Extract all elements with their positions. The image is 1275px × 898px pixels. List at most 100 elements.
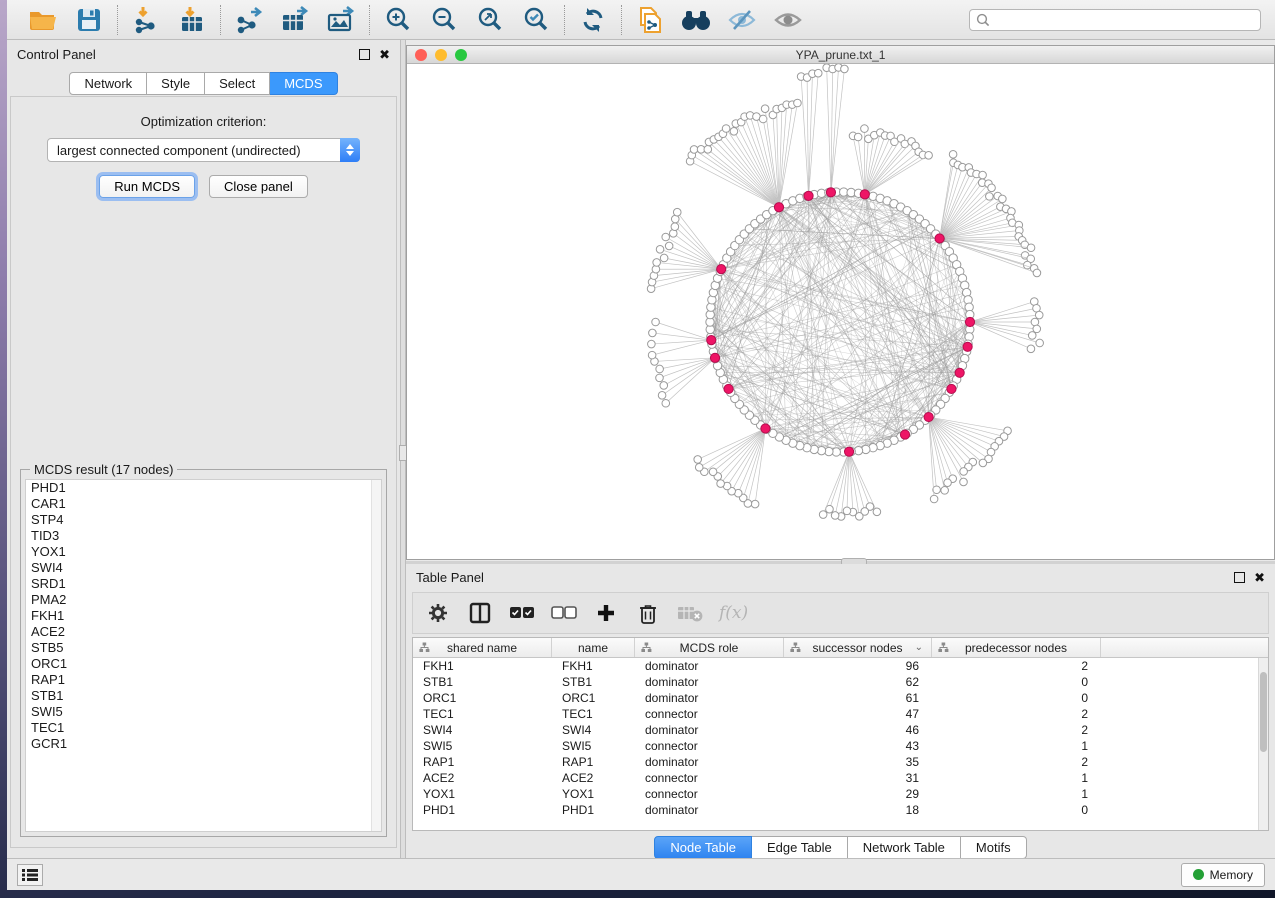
mcds-result-item[interactable]: SWI5	[26, 704, 381, 720]
node-table: shared name name MCDS role successor nod…	[412, 637, 1269, 831]
table-cell: 0	[932, 803, 1101, 817]
mcds-result-item[interactable]: FKH1	[26, 608, 381, 624]
table-cell: dominator	[635, 803, 784, 817]
mcds-result-item[interactable]: STP4	[26, 512, 381, 528]
export-network-icon	[233, 6, 265, 34]
delete-column-button[interactable]	[635, 600, 661, 626]
table-row[interactable]: ORC1ORC1dominator610	[413, 690, 1258, 706]
tab-select[interactable]: Select	[205, 72, 270, 95]
column-settings-button[interactable]	[425, 600, 451, 626]
mcds-result-item[interactable]: CAR1	[26, 496, 381, 512]
mcds-result-item[interactable]: PMA2	[26, 592, 381, 608]
mcds-result-item[interactable]: RAP1	[26, 672, 381, 688]
tab-motifs[interactable]: Motifs	[961, 836, 1027, 859]
table-row[interactable]: RAP1RAP1dominator352	[413, 754, 1258, 770]
first-neighbors-button[interactable]	[678, 4, 714, 36]
import-network-button[interactable]	[128, 4, 164, 36]
table-row[interactable]: STB1STB1dominator620	[413, 674, 1258, 690]
table-cell: 96	[784, 659, 932, 673]
show-all-button[interactable]	[770, 4, 806, 36]
criterion-dropdown-value: largest connected component (undirected)	[48, 143, 340, 158]
tab-mcds[interactable]: MCDS	[270, 72, 337, 95]
table-row[interactable]: YOX1YOX1connector291	[413, 786, 1258, 802]
task-history-button[interactable]	[17, 864, 43, 886]
column-header-successor-nodes[interactable]: successor nodes ⌄	[784, 638, 932, 657]
float-panel-icon[interactable]	[359, 49, 370, 60]
delete-table-button[interactable]	[677, 600, 703, 626]
tab-edge-table[interactable]: Edge Table	[752, 836, 848, 859]
mcds-result-list[interactable]: PHD1CAR1STP4TID3YOX1SWI4SRD1PMA2FKH1ACE2…	[25, 479, 382, 832]
mcds-result-item[interactable]: SWI4	[26, 560, 381, 576]
tab-network-table[interactable]: Network Table	[848, 836, 961, 859]
column-header-shared-name[interactable]: shared name	[413, 638, 552, 657]
duplicate-network-button[interactable]	[632, 4, 668, 36]
column-label: successor nodes	[812, 641, 902, 655]
mcds-result-item[interactable]: SRD1	[26, 576, 381, 592]
memory-button[interactable]: Memory	[1181, 863, 1265, 887]
table-row[interactable]: TEC1TEC1connector472	[413, 706, 1258, 722]
close-panel-button[interactable]: Close panel	[209, 175, 308, 198]
mcds-list-scrollbar[interactable]	[371, 480, 381, 831]
zoom-out-button[interactable]	[426, 4, 462, 36]
add-column-button[interactable]	[593, 600, 619, 626]
function-builder-button[interactable]: f(x)	[719, 600, 748, 626]
network-canvas[interactable]	[407, 64, 1274, 559]
mcds-result-title: MCDS result (17 nodes)	[30, 462, 177, 477]
sort-descending-icon[interactable]: ⌄	[915, 642, 923, 653]
table-cell: dominator	[635, 723, 784, 737]
search-input[interactable]	[995, 13, 1254, 27]
refresh-button[interactable]	[575, 4, 611, 36]
mcds-result-item[interactable]: STB5	[26, 640, 381, 656]
table-cell: 2	[932, 659, 1101, 673]
close-panel-icon[interactable]: ✖	[379, 49, 390, 60]
clear-selection-button[interactable]	[551, 600, 577, 626]
column-label: MCDS role	[680, 641, 739, 655]
network-window-titlebar[interactable]: YPA_prune.txt_1	[407, 46, 1274, 64]
export-network-button[interactable]	[231, 4, 267, 36]
zoom-in-button[interactable]	[380, 4, 416, 36]
table-cell: ACE2	[552, 771, 635, 785]
mcds-result-item[interactable]: STB1	[26, 688, 381, 704]
mcds-result-item[interactable]: ORC1	[26, 656, 381, 672]
tab-node-table[interactable]: Node Table	[654, 836, 752, 859]
mcds-result-item[interactable]: TEC1	[26, 720, 381, 736]
scrollbar-thumb[interactable]	[1260, 672, 1267, 752]
table-row[interactable]: FKH1FKH1dominator962	[413, 658, 1258, 674]
select-all-button[interactable]	[509, 600, 535, 626]
hide-selected-button[interactable]	[724, 4, 760, 36]
export-image-button[interactable]	[323, 4, 359, 36]
table-cell: 35	[784, 755, 932, 769]
run-mcds-button[interactable]: Run MCDS	[99, 175, 195, 198]
column-header-predecessor-nodes[interactable]: predecessor nodes	[932, 638, 1101, 657]
mcds-panel: Optimization criterion: largest connecte…	[10, 96, 397, 848]
tab-style[interactable]: Style	[147, 72, 205, 95]
table-row[interactable]: ACE2ACE2connector311	[413, 770, 1258, 786]
import-table-button[interactable]	[174, 4, 210, 36]
mcds-result-item[interactable]: GCR1	[26, 736, 381, 752]
table-row[interactable]: PHD1PHD1dominator180	[413, 802, 1258, 818]
tab-network[interactable]: Network	[69, 72, 147, 95]
table-cell: connector	[635, 771, 784, 785]
table-cell: SWI4	[552, 723, 635, 737]
open-folder-button[interactable]	[25, 4, 61, 36]
split-view-button[interactable]	[467, 600, 493, 626]
mcds-result-item[interactable]: YOX1	[26, 544, 381, 560]
save-button[interactable]	[71, 4, 107, 36]
column-header-mcds-role[interactable]: MCDS role	[635, 638, 784, 657]
column-header-name[interactable]: name	[552, 638, 635, 657]
table-scrollbar[interactable]	[1258, 658, 1268, 830]
table-cell: 43	[784, 739, 932, 753]
close-panel-icon[interactable]: ✖	[1254, 572, 1265, 583]
mcds-result-item[interactable]: ACE2	[26, 624, 381, 640]
zoom-fit-button[interactable]	[472, 4, 508, 36]
mcds-result-item[interactable]: PHD1	[26, 480, 381, 496]
hierarchy-icon	[938, 642, 949, 653]
criterion-dropdown[interactable]: largest connected component (undirected)	[47, 138, 360, 162]
float-panel-icon[interactable]	[1234, 572, 1245, 583]
table-row[interactable]: SWI5SWI5connector431	[413, 738, 1258, 754]
table-row[interactable]: SWI4SWI4dominator462	[413, 722, 1258, 738]
zoom-selected-button[interactable]	[518, 4, 554, 36]
export-table-button[interactable]	[277, 4, 313, 36]
mcds-result-item[interactable]: TID3	[26, 528, 381, 544]
table-cell: FKH1	[413, 659, 552, 673]
